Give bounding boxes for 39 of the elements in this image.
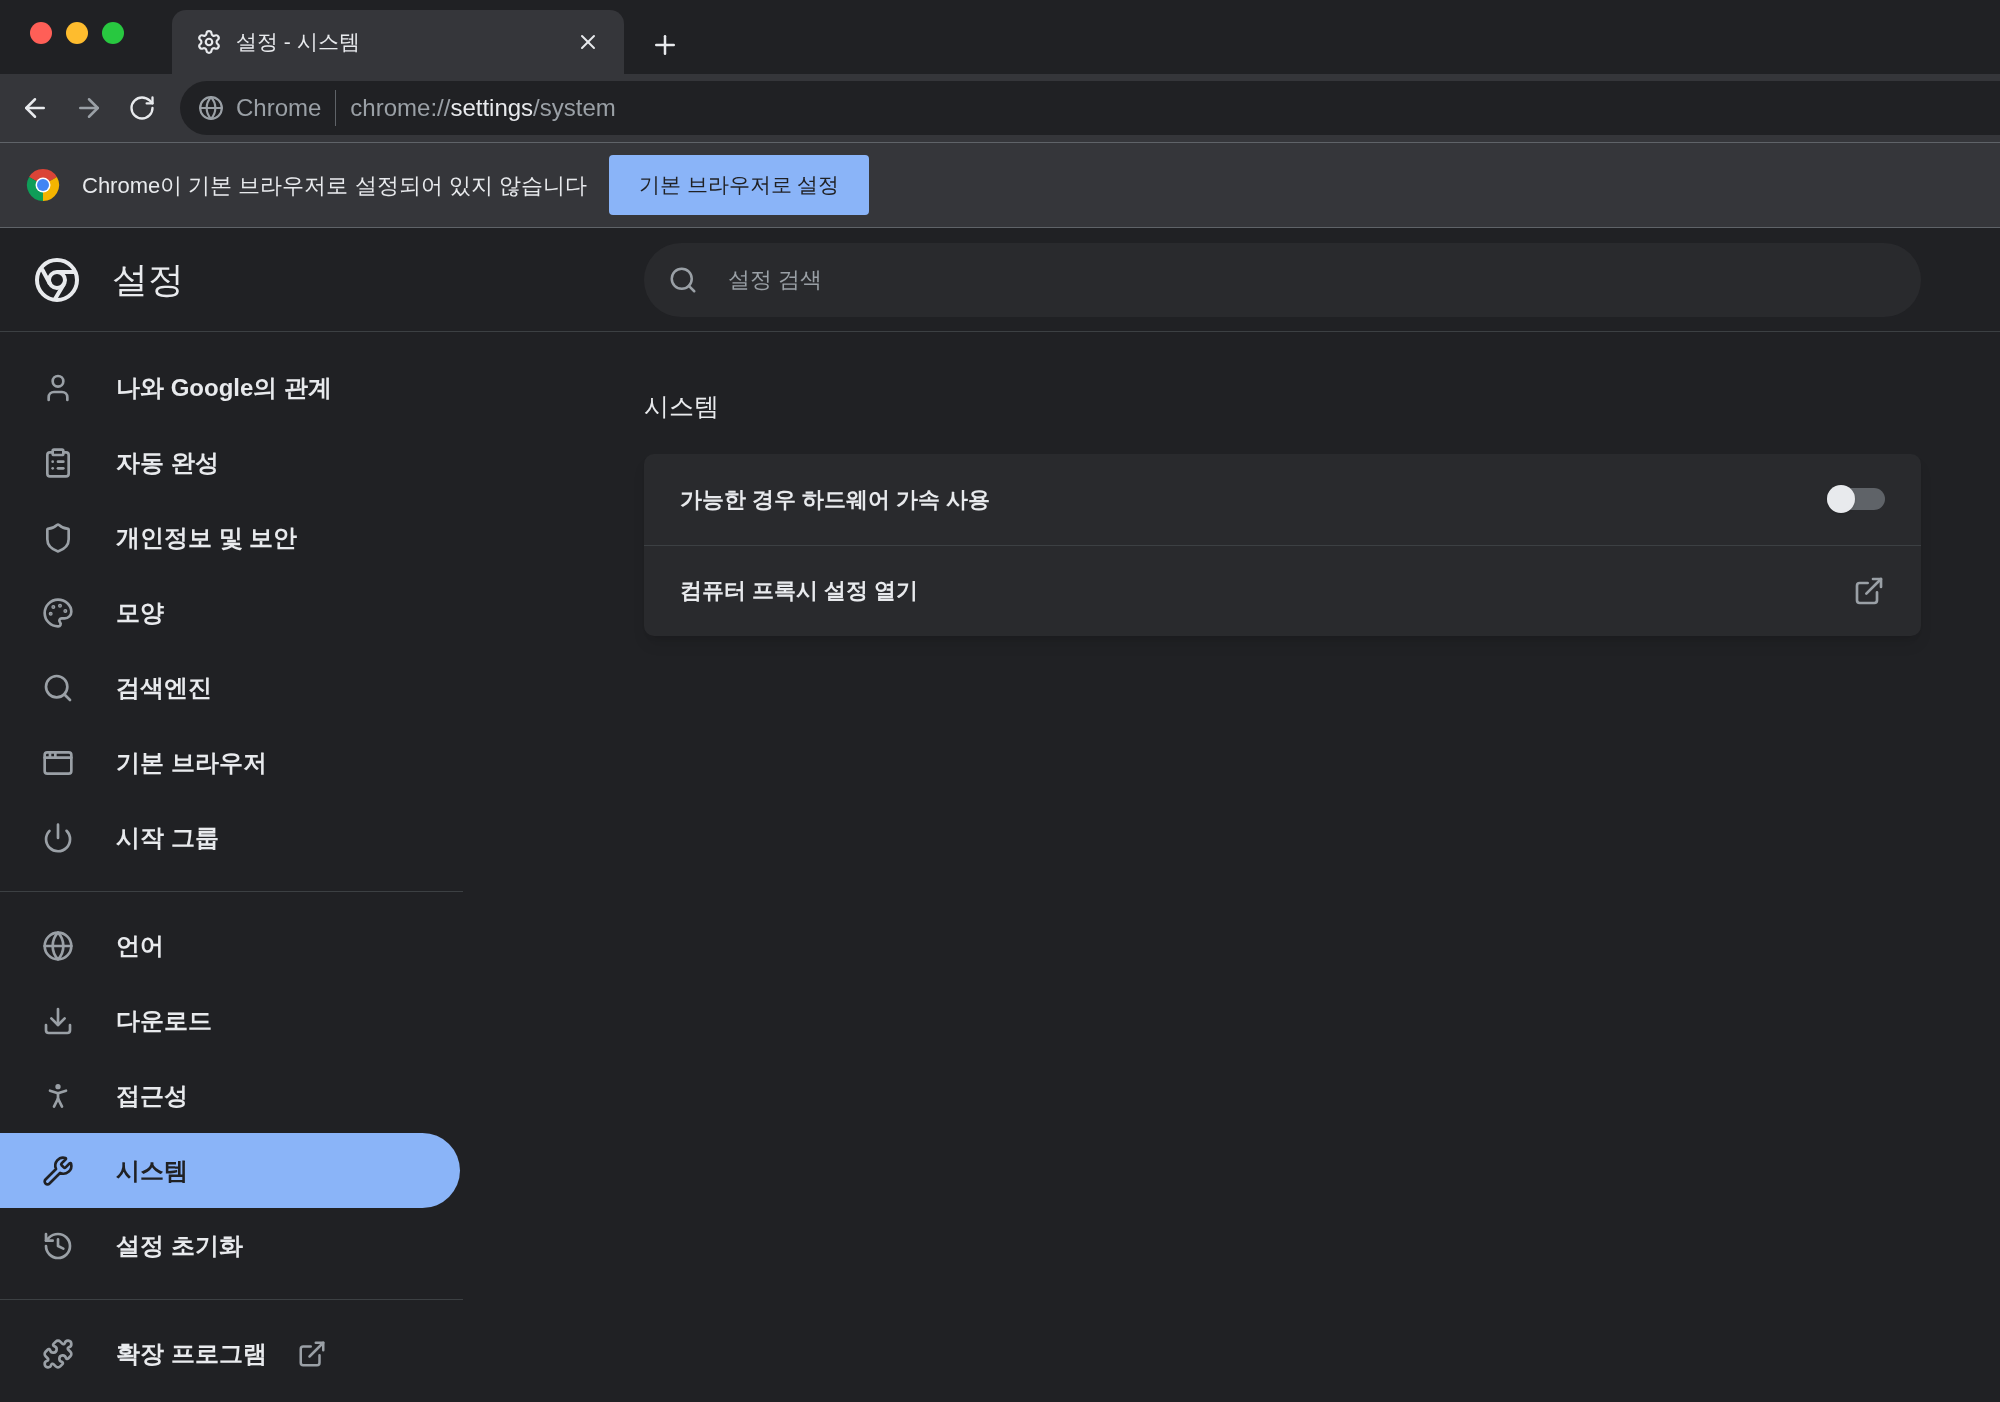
sidebar-item[interactable]: 검색엔진	[0, 650, 460, 725]
set-default-button[interactable]: 기본 브라우저로 설정	[608, 155, 870, 215]
search-field[interactable]: 설정 검색	[644, 242, 1921, 317]
sidebar-item[interactable]: 다운로드	[0, 983, 460, 1058]
sidebar-item[interactable]: 나와 Google의 관계	[0, 350, 460, 425]
url-text: chrome://settings/system	[349, 93, 616, 123]
site-icon	[198, 95, 224, 121]
sidebar-item[interactable]: 자동 완성	[0, 425, 460, 500]
globe-icon	[42, 929, 74, 962]
section-title: 시스템	[644, 391, 720, 422]
sidebar-item[interactable]: 모양	[0, 575, 460, 650]
sidebar-item[interactable]: 시작 그룹	[0, 800, 460, 875]
sidebar-item[interactable]: 확장 프로그램	[0, 1316, 460, 1391]
sidebar-item[interactable]: 시스템	[0, 1133, 460, 1208]
tab-title: 설정 - 시스템	[236, 29, 361, 56]
browser-tab[interactable]: 설정 - 시스템	[172, 10, 624, 74]
sidebar-item[interactable]: 접근성	[0, 1058, 460, 1133]
minimize-window-icon[interactable]	[66, 22, 88, 44]
infobar-message: Chrome이 기본 브라우저로 설정되어 있지 않습니다	[82, 171, 587, 200]
chrome-outline-icon	[34, 256, 80, 303]
palette-icon	[42, 596, 74, 629]
toggle-switch[interactable]	[1827, 488, 1885, 510]
wrench-icon	[42, 1154, 74, 1187]
sidebar-item[interactable]: 설정 초기화	[0, 1208, 460, 1283]
gear-icon	[196, 29, 222, 55]
maximize-window-icon[interactable]	[102, 22, 124, 44]
sidebar-item[interactable]: 개인정보 및 보안	[0, 500, 460, 575]
puzzle-piece-icon	[42, 1337, 74, 1370]
sidebar-item[interactable]: 언어	[0, 908, 460, 983]
close-window-icon[interactable]	[30, 22, 52, 44]
sidebar-item[interactable]: 기본 브라우저	[0, 725, 460, 800]
setting-label: 컴퓨터 프록시 설정 열기	[680, 577, 919, 605]
site-label: Chrome	[236, 90, 337, 126]
settings-title: 설정	[112, 257, 184, 302]
power-icon	[42, 821, 74, 854]
reload-icon[interactable]	[128, 94, 156, 122]
setting-label: 가능한 경우 하드웨어 가속 사용	[680, 485, 991, 514]
chrome-logo-icon	[26, 168, 60, 202]
address-bar[interactable]: Chrome chrome://settings/system	[180, 81, 2000, 135]
